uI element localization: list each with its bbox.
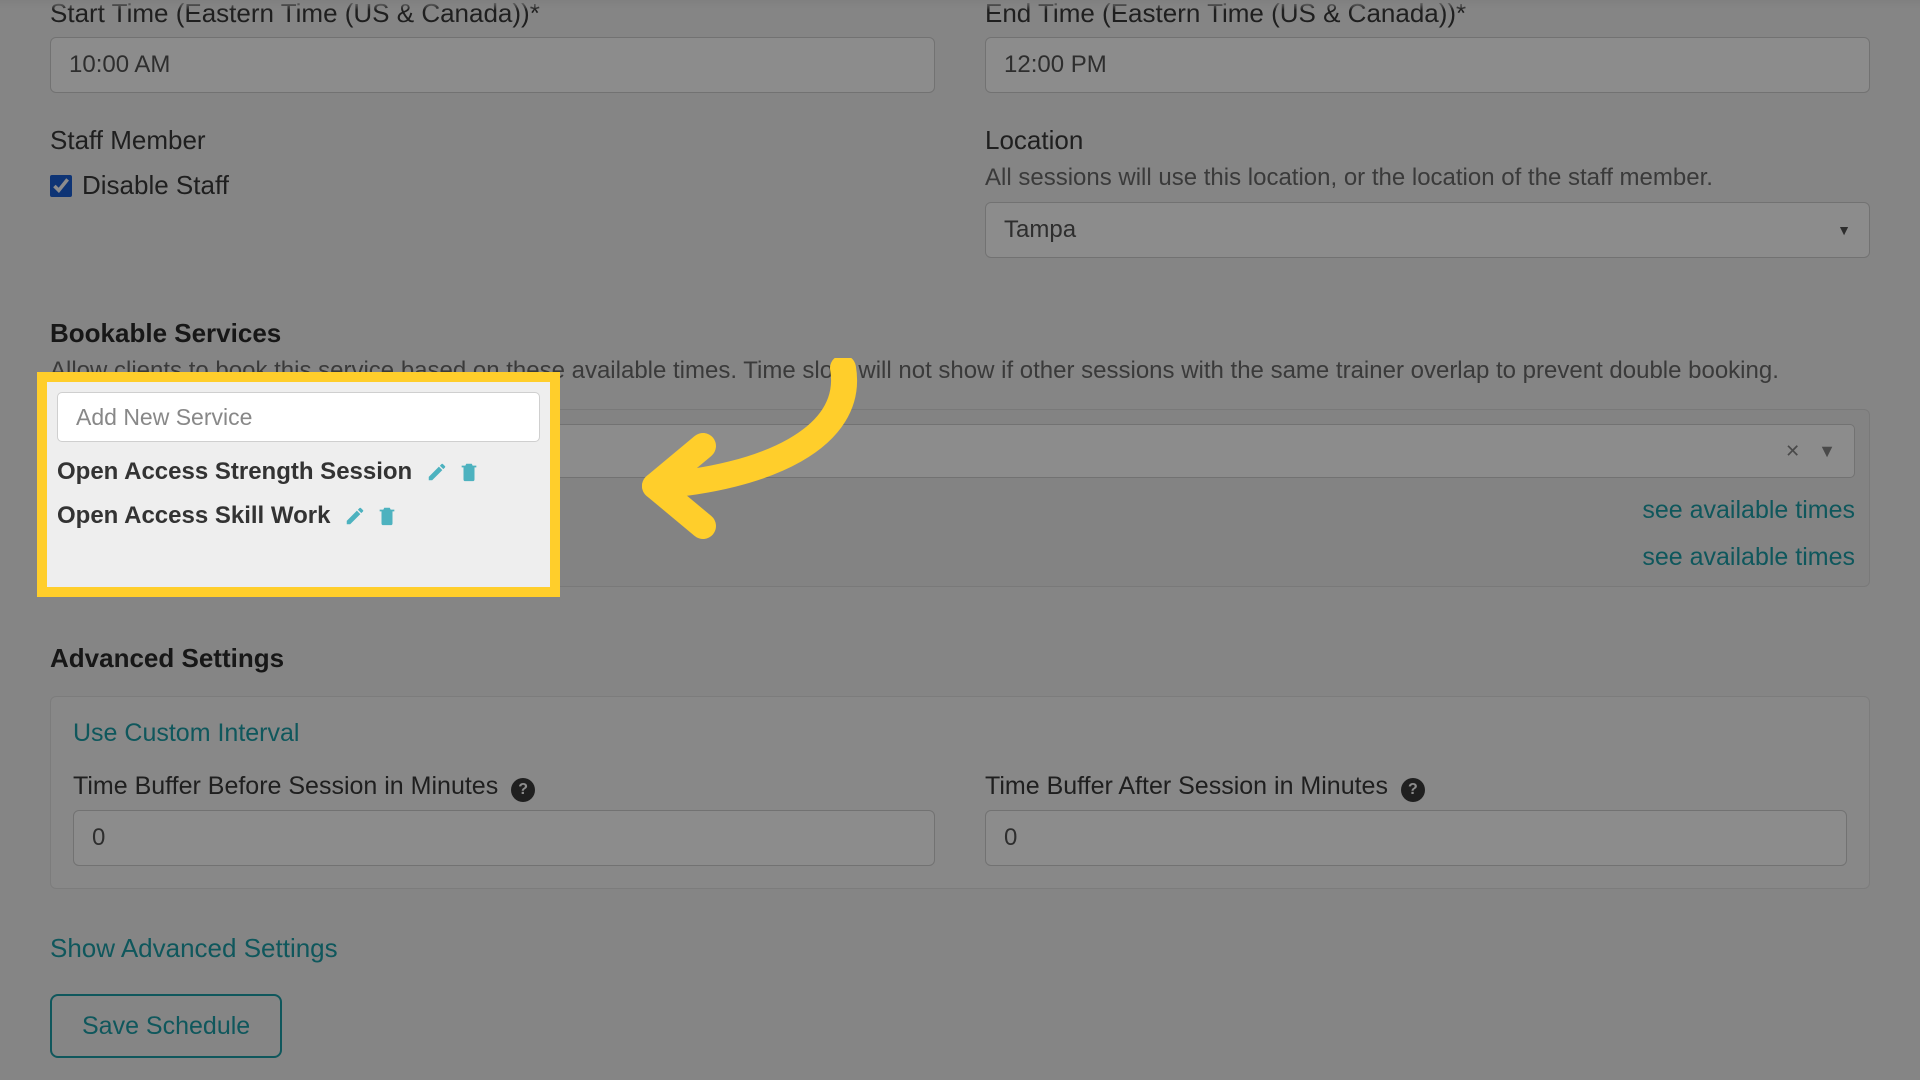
buffer-before-input[interactable] bbox=[73, 810, 935, 866]
bookable-services-title: Bookable Services bbox=[50, 318, 1870, 349]
disable-staff-text: Disable Staff bbox=[82, 170, 229, 201]
help-icon[interactable]: ? bbox=[1401, 778, 1425, 802]
service-name: Open Access Strength Session bbox=[57, 458, 412, 486]
buffer-before-label: Time Buffer Before Session in Minutes ? bbox=[73, 772, 935, 802]
disable-staff-input[interactable] bbox=[50, 175, 72, 197]
see-available-times-link[interactable]: see available times bbox=[1642, 496, 1855, 525]
delete-icon[interactable] bbox=[376, 505, 398, 527]
location-hint: All sessions will use this location, or … bbox=[985, 164, 1870, 192]
service-row: Open Access Strength Session bbox=[57, 458, 540, 486]
delete-icon[interactable] bbox=[458, 461, 480, 483]
highlight-box: Add New Service Open Access Strength Ses… bbox=[37, 372, 560, 597]
location-value: Tampa bbox=[1004, 216, 1076, 244]
clear-icon[interactable]: ✕ bbox=[1785, 441, 1800, 462]
location-select[interactable]: Tampa ▼ bbox=[985, 202, 1870, 258]
save-schedule-button[interactable]: Save Schedule bbox=[50, 994, 282, 1058]
service-name: Open Access Skill Work bbox=[57, 502, 330, 530]
use-custom-interval-link[interactable]: Use Custom Interval bbox=[73, 719, 299, 747]
see-available-times-link[interactable]: see available times bbox=[1642, 543, 1855, 572]
add-service-select[interactable]: Add New Service bbox=[57, 392, 540, 442]
disable-staff-checkbox[interactable]: Disable Staff bbox=[50, 170, 229, 201]
service-row: Open Access Skill Work bbox=[57, 502, 540, 530]
end-time-input[interactable] bbox=[985, 37, 1870, 93]
chevron-down-icon[interactable]: ▼ bbox=[1818, 441, 1836, 462]
edit-icon[interactable] bbox=[426, 461, 448, 483]
help-icon[interactable]: ? bbox=[511, 778, 535, 802]
advanced-settings-title: Advanced Settings bbox=[50, 643, 1870, 674]
chevron-down-icon: ▼ bbox=[1837, 222, 1851, 238]
show-advanced-settings-link[interactable]: Show Advanced Settings bbox=[50, 933, 1870, 964]
edit-icon[interactable] bbox=[344, 505, 366, 527]
add-service-placeholder: Add New Service bbox=[76, 404, 252, 431]
location-label: Location bbox=[985, 125, 1870, 156]
buffer-after-label: Time Buffer After Session in Minutes ? bbox=[985, 772, 1847, 802]
buffer-after-input[interactable] bbox=[985, 810, 1847, 866]
staff-member-label: Staff Member bbox=[50, 125, 935, 156]
start-time-input[interactable] bbox=[50, 37, 935, 93]
